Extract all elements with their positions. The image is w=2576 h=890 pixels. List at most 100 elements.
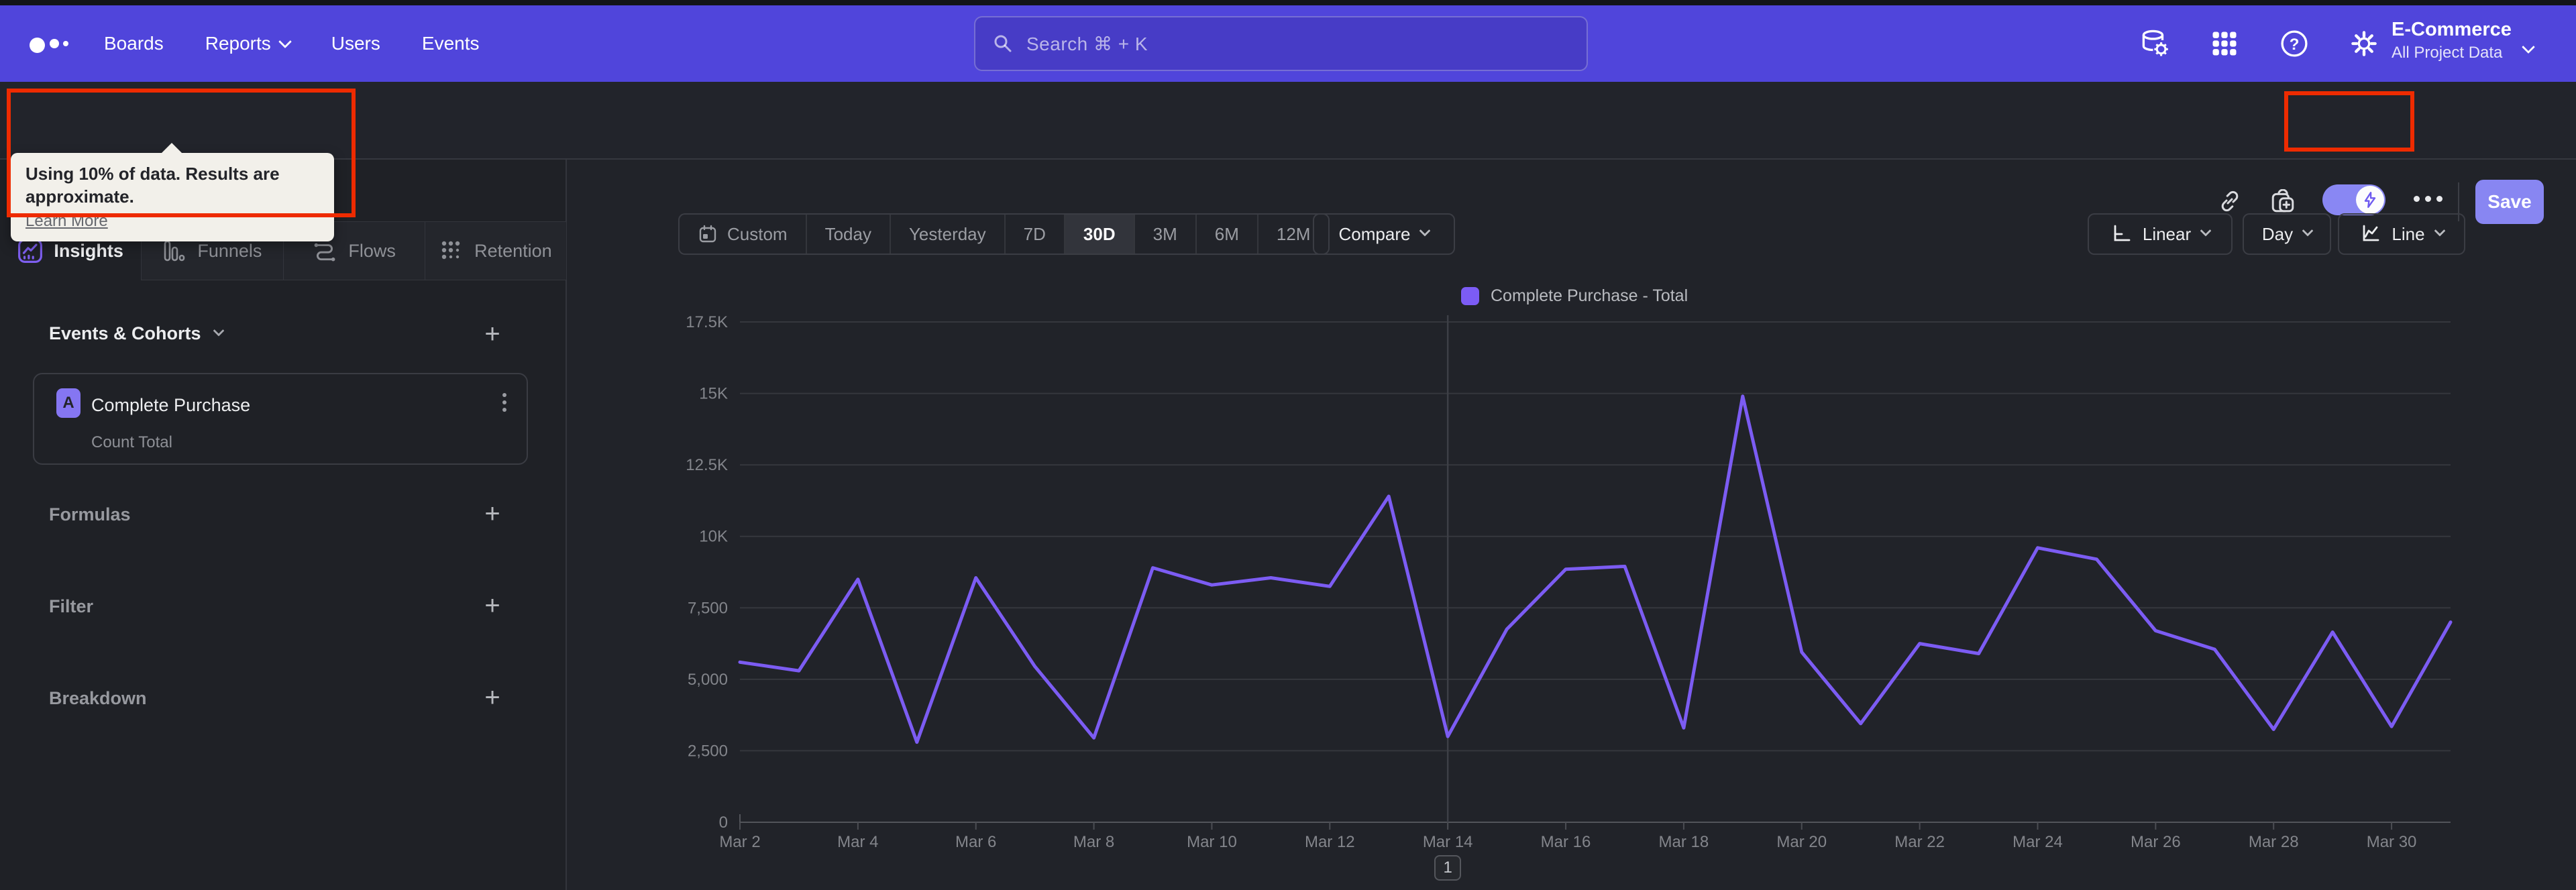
add-formula-button[interactable]: + <box>478 499 507 529</box>
chevron-down-icon <box>213 325 225 337</box>
search-input[interactable]: Search ⌘ + K <box>974 16 1588 71</box>
range-7d[interactable]: 7D <box>1004 215 1064 254</box>
x-tick-label: Mar 22 <box>1894 833 1945 851</box>
line-chart-icon <box>2363 225 2379 241</box>
nav-events[interactable]: Events <box>422 33 480 54</box>
sampling-toggle[interactable] <box>2322 184 2385 215</box>
top-nav: Boards Reports Users Events Search ⌘ + K <box>0 5 2576 82</box>
event-letter-badge: A <box>56 388 80 418</box>
y-tick-label: 7,500 <box>688 599 728 617</box>
range-6m[interactable]: 6M <box>1195 215 1257 254</box>
x-tick-label: Mar 12 <box>1305 833 1355 851</box>
chevron-down-icon <box>2200 225 2212 237</box>
events-cohorts-header[interactable]: Events & Cohorts <box>49 323 225 344</box>
x-tick-label: Mar 2 <box>719 833 760 851</box>
add-breakdown-button[interactable]: + <box>478 683 507 712</box>
chart-type-dropdown[interactable]: Line <box>2338 213 2465 255</box>
event-card[interactable]: A Complete Purchase Count Total <box>33 373 528 465</box>
chevron-down-icon <box>1419 225 1431 237</box>
legend-label: Complete Purchase - Total <box>1491 286 1688 305</box>
svg-text:?: ? <box>2290 36 2300 54</box>
range-30d[interactable]: 30D <box>1063 215 1134 254</box>
x-tick-label: Mar 14 <box>1423 833 1473 851</box>
date-range-selector: Custom Today Yesterday 7D 30D 3M 6M 12M <box>678 213 1330 255</box>
apps-grid-icon[interactable] <box>2208 27 2241 60</box>
tooltip-text: Using 10% of data. Results are approxima… <box>25 164 280 207</box>
range-yesterday[interactable]: Yesterday <box>889 215 1004 254</box>
x-tick-label: Mar 20 <box>1776 833 1827 851</box>
chart-legend[interactable]: Complete Purchase - Total <box>1461 286 1688 306</box>
sampling-tooltip: Using 10% of data. Results are approxima… <box>11 143 334 241</box>
compare-button[interactable]: Compare <box>1313 213 1455 255</box>
chevron-down-icon <box>2302 225 2314 237</box>
range-3m[interactable]: 3M <box>1133 215 1195 254</box>
event-metric[interactable]: Count Total <box>91 433 172 452</box>
add-filter-button[interactable]: + <box>478 591 507 620</box>
project-name: E-Commerce <box>2392 19 2512 40</box>
x-tick-label: Mar 28 <box>2249 833 2299 851</box>
x-tick-label: Mar 16 <box>1541 833 1591 851</box>
help-icon[interactable]: ? <box>2278 27 2310 60</box>
nav-boards[interactable]: Boards <box>104 33 164 54</box>
x-tick-label: Mar 24 <box>2012 833 2063 851</box>
window-top-strip <box>0 0 2576 5</box>
filter-section-label: Filter <box>49 596 94 616</box>
x-tick-label: Mar 30 <box>2367 833 2417 851</box>
x-tick-label: Mar 8 <box>1073 833 1114 851</box>
retention-icon <box>441 241 460 260</box>
y-tick-label: 2,500 <box>688 742 728 760</box>
x-tick-label: Mar 6 <box>955 833 996 851</box>
project-scope: All Project Data <box>2392 44 2503 62</box>
nav-icon-group: ? <box>2139 5 2380 82</box>
search-placeholder: Search ⌘ + K <box>1026 33 1148 54</box>
data-management-icon[interactable] <box>2139 27 2171 60</box>
sampling-toggle-knob <box>2356 186 2384 214</box>
app-root: Boards Reports Users Events Search ⌘ + K <box>0 0 2576 890</box>
search-icon <box>994 35 1012 52</box>
range-custom[interactable]: Custom <box>680 215 806 254</box>
calendar-icon <box>699 225 716 243</box>
report-title-bar: Untitled Sampled + Add description... <box>0 82 2576 224</box>
settings-gear-icon[interactable] <box>2348 27 2380 60</box>
mixpanel-logo-icon[interactable] <box>30 31 76 60</box>
tab-retention[interactable]: Retention <box>425 221 567 280</box>
formulas-section-label: Formulas <box>49 504 131 524</box>
nav-users[interactable]: Users <box>331 33 380 54</box>
save-button[interactable]: Save <box>2475 180 2544 224</box>
series-line[interactable] <box>738 394 2453 744</box>
x-tick-label: Mar 10 <box>1187 833 1237 851</box>
primary-nav: Boards Reports Users Events <box>104 5 480 82</box>
lightning-bolt-icon <box>2364 191 2376 209</box>
y-tick-label: 12.5K <box>686 456 728 474</box>
range-today[interactable]: Today <box>805 215 890 254</box>
x-tick-label: Mar 4 <box>837 833 878 851</box>
y-tick-label: 10K <box>699 528 728 546</box>
granularity-dropdown[interactable]: Day <box>2243 213 2331 255</box>
add-event-button[interactable]: + <box>478 319 507 349</box>
event-name[interactable]: Complete Purchase <box>91 395 250 416</box>
tooltip-arrow <box>161 143 182 154</box>
breakdown-section-label: Breakdown <box>49 688 147 708</box>
flows-icon <box>314 243 335 262</box>
y-tick-label: 15K <box>699 385 728 403</box>
scale-dropdown[interactable]: Linear <box>2088 213 2233 255</box>
copy-link-icon[interactable] <box>2218 189 2242 213</box>
project-selector[interactable]: E-Commerce All Project Data <box>2392 17 2512 63</box>
y-tick-label: 5,000 <box>688 671 728 689</box>
chevron-down-icon <box>2434 225 2446 237</box>
annotation-marker[interactable]: 1 <box>1434 855 1462 881</box>
chevron-down-icon <box>278 35 292 49</box>
y-tick-label: 17.5K <box>686 313 728 331</box>
nav-reports[interactable]: Reports <box>205 33 292 54</box>
more-options-icon[interactable] <box>2414 196 2443 202</box>
legend-swatch <box>1461 287 1479 305</box>
x-tick-label: Mar 26 <box>2131 833 2181 851</box>
query-builder-sidebar: Insights Funnels Flows Retention Events … <box>0 160 567 890</box>
add-to-board-icon[interactable] <box>2270 188 2294 213</box>
x-tick-label: Mar 18 <box>1659 833 1709 851</box>
event-menu-icon[interactable] <box>502 393 506 412</box>
y-tick-label: 0 <box>719 814 728 832</box>
linear-axis-icon <box>2114 225 2131 241</box>
insights-icon <box>18 239 43 263</box>
learn-more-link[interactable]: Learn More <box>25 212 319 231</box>
